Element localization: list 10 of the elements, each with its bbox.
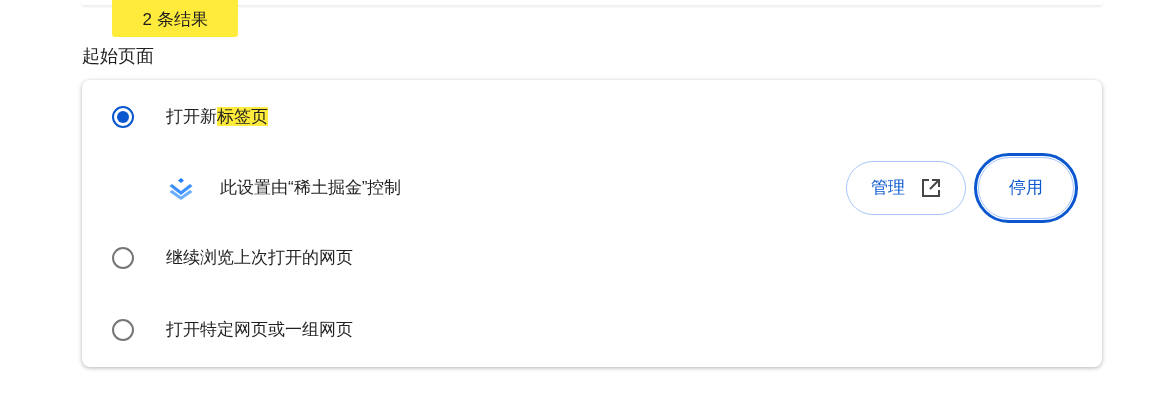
external-link-icon [921,177,941,198]
radio-button[interactable] [112,247,134,269]
option-label: 继续浏览上次打开的网页 [166,247,353,270]
option-label: 打开新标签页 [166,106,268,129]
extension-notice: 此设置由“稀土掘金”控制 [220,176,403,199]
radio-button[interactable] [112,319,134,341]
option-label: 打开特定网页或一组网页 [166,319,353,342]
radio-button[interactable] [112,106,134,128]
search-results-badge: 2 条结果 [112,0,238,37]
section-title: 起始页面 [82,45,155,68]
